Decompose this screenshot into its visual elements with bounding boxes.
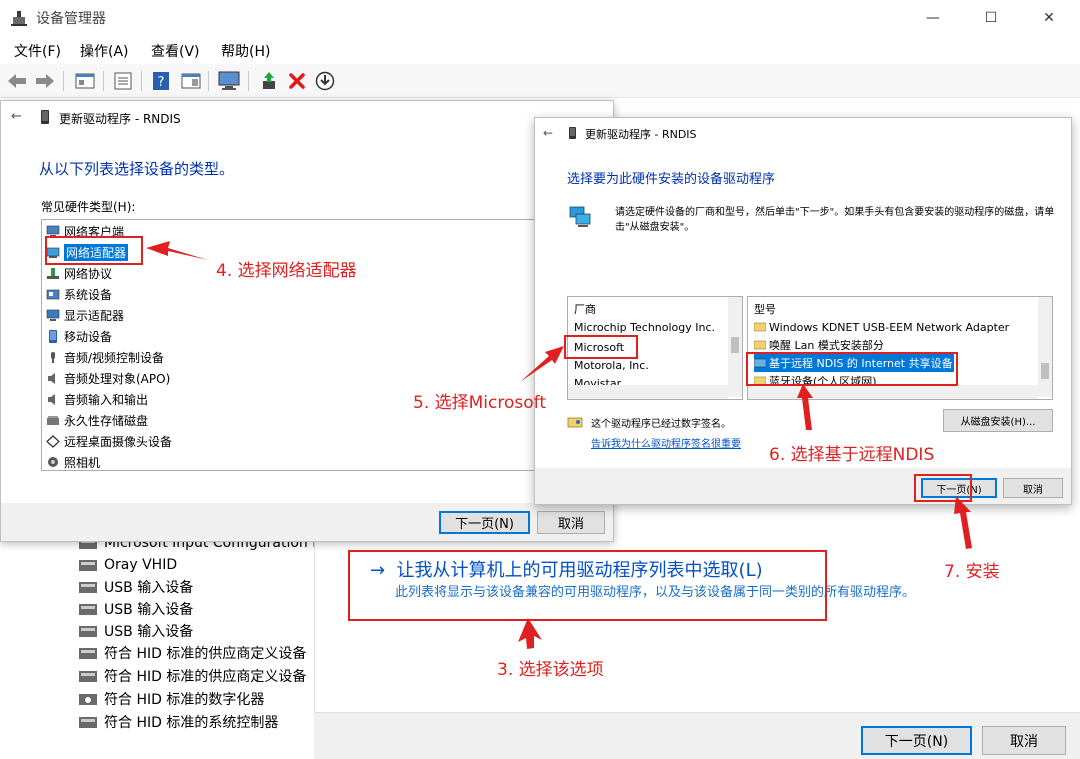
annotation-arrow-step4 (146, 241, 208, 260)
annotation-arrow-step7 (954, 496, 972, 549)
annotation-arrows (146, 241, 972, 649)
annotation-arrow-step5 (520, 346, 564, 382)
annotation-arrow-step6 (797, 384, 813, 430)
annotation-arrow-step3 (518, 618, 542, 649)
